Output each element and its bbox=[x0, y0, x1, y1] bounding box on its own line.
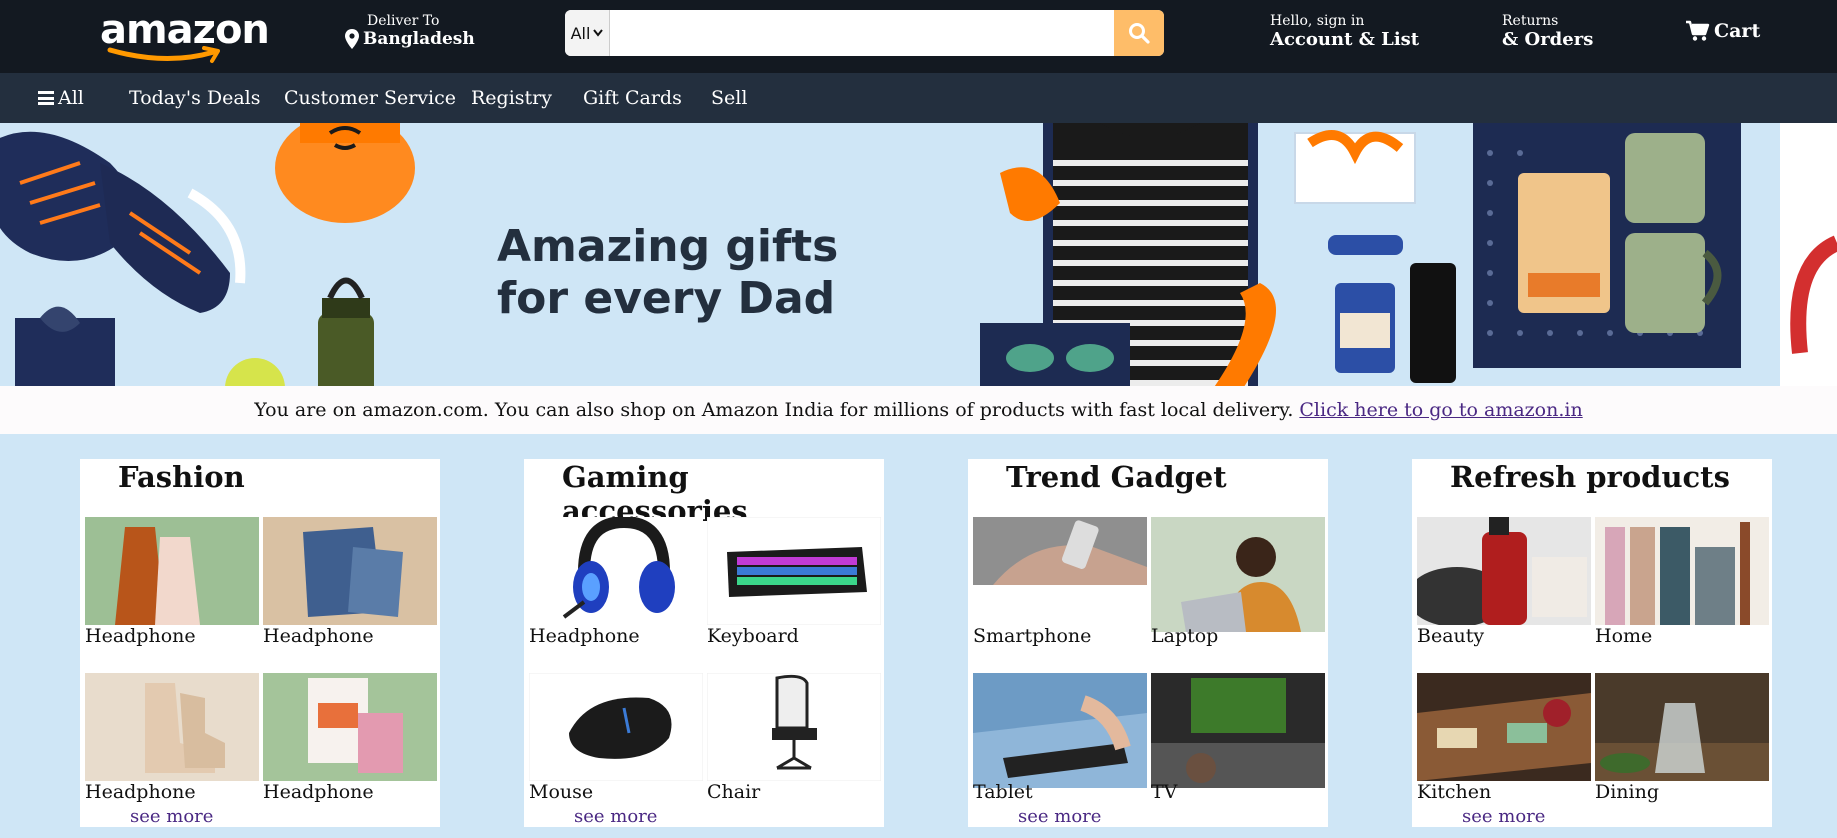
hero-title: Amazing gifts for every Dad bbox=[497, 221, 838, 325]
card-item[interactable]: Headphone bbox=[85, 517, 259, 647]
account-label: Account & List bbox=[1270, 29, 1420, 50]
nav-customer-service[interactable]: Customer Service bbox=[284, 87, 456, 109]
card-item[interactable]: Headphone bbox=[529, 517, 703, 647]
card-item[interactable]: Laptop bbox=[1151, 517, 1325, 647]
product-image bbox=[263, 673, 437, 781]
product-image bbox=[85, 517, 259, 625]
product-image bbox=[707, 517, 881, 625]
product-label: Mouse bbox=[529, 781, 594, 803]
hero-title-line-2: for every Dad bbox=[497, 273, 836, 324]
region-notice-banner: You are on amazon.com. You can also shop… bbox=[0, 386, 1837, 434]
stanley-mug-image bbox=[1625, 133, 1705, 223]
product-label: Dining bbox=[1595, 781, 1660, 803]
product-label: Headphone bbox=[529, 625, 640, 647]
see-more-link[interactable]: see more bbox=[574, 806, 657, 827]
category-card-gaming-accessories: Gaming accessories Headphone Keyboard Mo… bbox=[524, 459, 884, 827]
search-icon bbox=[1129, 23, 1150, 44]
product-image bbox=[85, 673, 259, 781]
card-item[interactable]: TV bbox=[1151, 673, 1325, 803]
product-image bbox=[1151, 673, 1325, 788]
see-more-link[interactable]: see more bbox=[130, 806, 213, 827]
nav-todays-deals[interactable]: Today's Deals bbox=[129, 87, 261, 109]
card-title: Fashion bbox=[118, 460, 245, 494]
product-image bbox=[1417, 673, 1591, 781]
product-label: Kitchen bbox=[1417, 781, 1492, 803]
product-label: Headphone bbox=[85, 781, 196, 803]
search-category-value: All bbox=[570, 23, 591, 43]
nav-sell[interactable]: Sell bbox=[711, 87, 747, 109]
location-pin-icon bbox=[345, 29, 359, 49]
product-image bbox=[973, 517, 1147, 585]
hero-banner[interactable]: Amazing gifts for every Dad bbox=[0, 123, 1837, 393]
hamburger-menu-icon bbox=[38, 91, 54, 105]
returns-label: Returns bbox=[1502, 13, 1559, 29]
returns-orders[interactable]: Returns & Orders bbox=[1502, 13, 1593, 50]
product-image bbox=[707, 673, 881, 781]
card-item[interactable]: Headphone bbox=[263, 673, 437, 803]
deliver-label: Deliver To bbox=[367, 13, 440, 29]
region-notice-text: You are on amazon.com. You can also shop… bbox=[254, 399, 1294, 421]
deliver-to[interactable]: Deliver To Bangladesh bbox=[345, 13, 475, 49]
amazon-india-link[interactable]: Click here to go to amazon.in bbox=[1299, 399, 1582, 421]
card-item[interactable]: Dining bbox=[1595, 673, 1769, 803]
product-label: Beauty bbox=[1417, 625, 1485, 647]
product-image bbox=[1595, 673, 1769, 781]
product-image bbox=[529, 673, 703, 781]
search-category-select[interactable]: All bbox=[565, 10, 610, 56]
hero-banner-image bbox=[0, 123, 1837, 393]
category-card-trend-gadget: Trend Gadget Smartphone Laptop Tablet TV… bbox=[968, 459, 1328, 827]
search-button[interactable] bbox=[1114, 10, 1164, 56]
card-item[interactable]: Headphone bbox=[85, 673, 259, 803]
cart-label: Cart bbox=[1714, 20, 1761, 42]
product-image bbox=[1417, 517, 1591, 625]
card-item[interactable]: Chair bbox=[707, 673, 881, 803]
account-greeting: Hello, sign in bbox=[1270, 13, 1365, 29]
card-title: Trend Gadget bbox=[1006, 460, 1227, 494]
product-image bbox=[529, 517, 703, 625]
card-item[interactable]: Beauty bbox=[1417, 517, 1591, 647]
category-card-fashion: Fashion Headphone Headphone Headphone He… bbox=[80, 459, 440, 827]
secondary-navigation: All Today's Deals Customer Service Regis… bbox=[0, 73, 1837, 123]
product-label: Chair bbox=[707, 781, 761, 803]
search-bar: All bbox=[565, 10, 1164, 56]
cart-button[interactable]: Cart bbox=[1686, 20, 1760, 42]
product-label: Smartphone bbox=[973, 625, 1092, 647]
deliver-location: Bangladesh bbox=[363, 29, 475, 49]
product-label: Home bbox=[1595, 625, 1653, 647]
card-title: Refresh products bbox=[1450, 460, 1730, 494]
nav-registry[interactable]: Registry bbox=[471, 87, 552, 109]
logo-wordmark: amazon bbox=[100, 7, 270, 53]
card-item[interactable]: Mouse bbox=[529, 673, 703, 803]
search-input[interactable] bbox=[610, 10, 1114, 56]
hero-title-line-1: Amazing gifts bbox=[497, 221, 839, 272]
card-item[interactable]: Home bbox=[1595, 517, 1769, 647]
category-card-refresh-products: Refresh products Beauty Home Kitchen Din… bbox=[1412, 459, 1772, 827]
product-label: Headphone bbox=[263, 781, 374, 803]
card-item[interactable]: Keyboard bbox=[707, 517, 881, 647]
see-more-link[interactable]: see more bbox=[1018, 806, 1101, 827]
cart-icon bbox=[1686, 20, 1710, 41]
chevron-down-icon bbox=[593, 29, 604, 37]
card-item[interactable]: Tablet bbox=[973, 673, 1147, 803]
nav-all-menu[interactable]: All bbox=[38, 87, 84, 109]
product-label: Headphone bbox=[85, 625, 196, 647]
nav-all-label: All bbox=[58, 87, 84, 109]
orders-label: & Orders bbox=[1502, 29, 1594, 50]
product-image bbox=[263, 517, 437, 625]
product-label: Headphone bbox=[263, 625, 374, 647]
account-menu[interactable]: Hello, sign in Account & List bbox=[1270, 13, 1419, 50]
card-item[interactable]: Smartphone bbox=[973, 517, 1147, 647]
see-more-link[interactable]: see more bbox=[1462, 806, 1545, 827]
nav-gift-cards[interactable]: Gift Cards bbox=[583, 87, 682, 109]
top-navigation-bar: amazon Deliver To Bangladesh All Hello, … bbox=[0, 0, 1837, 73]
product-image bbox=[1151, 517, 1325, 632]
product-image bbox=[1595, 517, 1769, 625]
product-label: Keyboard bbox=[707, 625, 799, 647]
card-item[interactable]: Headphone bbox=[263, 517, 437, 647]
smile-arrow-icon bbox=[107, 46, 220, 63]
product-image bbox=[973, 673, 1147, 788]
amazon-logo[interactable]: amazon bbox=[100, 7, 270, 63]
card-item[interactable]: Kitchen bbox=[1417, 673, 1591, 803]
